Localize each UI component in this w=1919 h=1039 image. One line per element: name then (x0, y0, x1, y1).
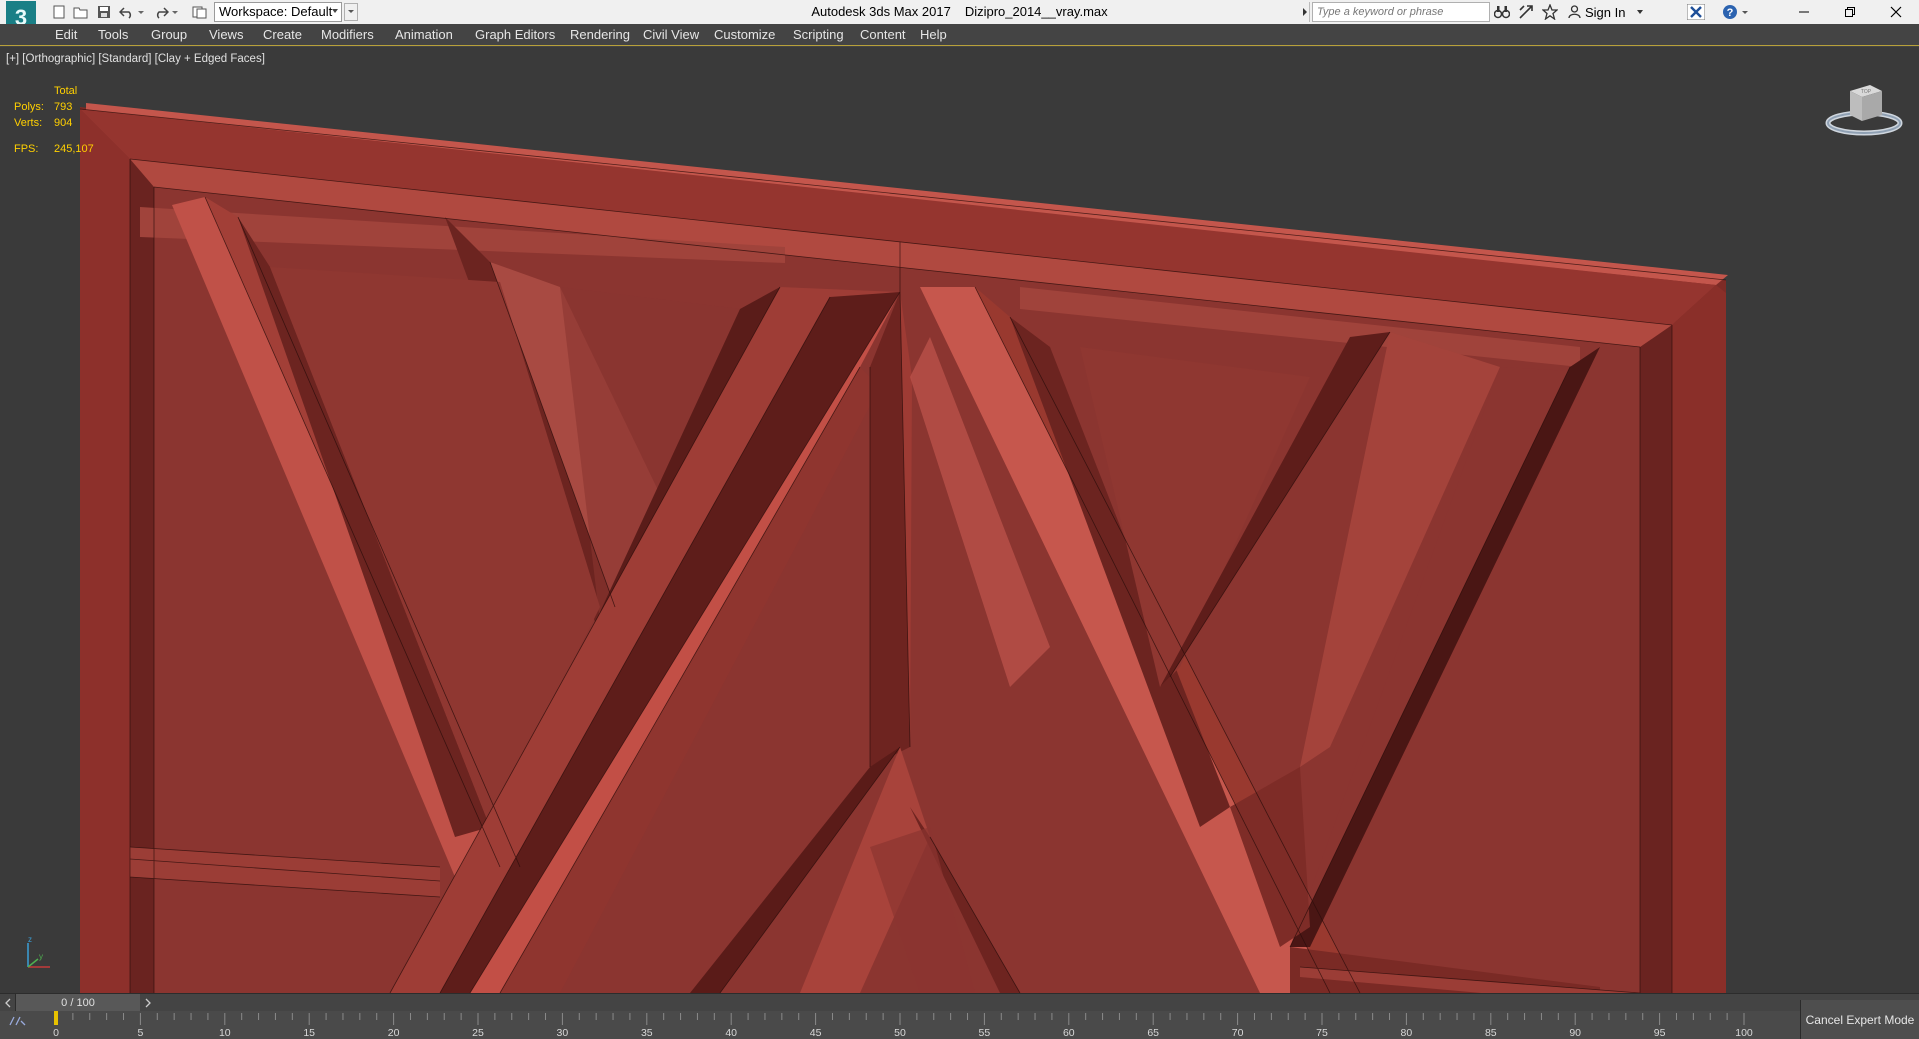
minimize-icon[interactable] (1781, 0, 1827, 24)
autodesk-x-icon[interactable] (1686, 2, 1706, 22)
close-icon[interactable] (1873, 0, 1919, 24)
time-slider-next-button[interactable] (140, 994, 156, 1012)
tick-label: 55 (978, 1027, 991, 1039)
chevron-down-icon (332, 9, 338, 13)
svg-text:?: ? (1727, 7, 1734, 19)
redo-icon[interactable] (152, 3, 170, 21)
tick-label: 60 (1062, 1027, 1075, 1039)
fps-label: FPS: (14, 143, 39, 155)
save-icon[interactable] (95, 3, 113, 21)
workspace-dropdown[interactable]: Workspace: Default (214, 2, 342, 22)
new-file-icon[interactable] (50, 3, 68, 21)
search-toggle-icon[interactable] (1300, 2, 1310, 22)
svg-text:y: y (39, 952, 43, 961)
tick-label: 95 (1653, 1027, 1666, 1039)
track-bar[interactable]: 0 5 10 15 20 25 30 35 40 45 50 55 60 65 70 75 80 85 90 95 10… (0, 1011, 1800, 1039)
time-slider[interactable]: 0 / 100 (0, 993, 1919, 1012)
axis-tripod-icon: z y (20, 933, 60, 973)
sign-in-button[interactable]: Sign In (1568, 2, 1678, 22)
menu-create[interactable]: Create (261, 24, 304, 46)
project-folder-icon[interactable] (191, 3, 209, 21)
time-slider-prev-button[interactable] (0, 994, 16, 1012)
restore-icon[interactable] (1827, 0, 1873, 24)
stats-header: Total (54, 85, 78, 97)
tick-label: 100 (1735, 1027, 1753, 1039)
sign-in-label: Sign In (1585, 4, 1626, 20)
menu-content[interactable]: Content (858, 24, 908, 46)
menu-help[interactable]: Help (918, 24, 949, 46)
cancel-expert-mode-button[interactable]: Cancel Expert Mode (1800, 1000, 1919, 1039)
viewport-label[interactable]: [+] [Orthographic] [Standard] [Clay + Ed… (6, 53, 265, 65)
title-bar: 3 MAX Workspace: Default Autodesk 3ds Ma… (0, 0, 1919, 39)
verts-label: Verts: (14, 117, 43, 129)
menu-modifiers[interactable]: Modifiers (319, 24, 376, 46)
undo-icon[interactable] (118, 3, 136, 21)
tick-label: 65 (1147, 1027, 1160, 1039)
tick-label: 45 (809, 1027, 822, 1039)
tick-label: 70 (1231, 1027, 1244, 1039)
viewcube-label: TOP (1861, 89, 1872, 95)
tick-label: 50 (894, 1027, 906, 1039)
exchange-icon[interactable] (1516, 2, 1536, 22)
tick-label: 75 (1316, 1027, 1328, 1039)
file-name: Dizipro_2014__vray.max (964, 4, 1108, 19)
binoculars-icon[interactable] (1492, 2, 1512, 22)
tick-label: 90 (1569, 1027, 1582, 1039)
chevron-down-icon (1637, 10, 1644, 14)
viewport-orthographic[interactable]: [+] [Orthographic] [Standard] [Clay + Ed… (0, 47, 1919, 993)
tick-label: 35 (640, 1027, 653, 1039)
svg-text:z: z (28, 935, 32, 944)
search-input[interactable] (1312, 2, 1490, 22)
redo-dropdown-icon[interactable] (170, 3, 180, 21)
workspace-menu-button[interactable] (344, 3, 358, 21)
star-icon[interactable] (1540, 2, 1560, 22)
menu-graph-editors[interactable]: Graph Editors (473, 24, 557, 46)
menu-rendering[interactable]: Rendering (568, 24, 632, 46)
menu-civil-view[interactable]: Civil View (641, 24, 701, 46)
help-icon[interactable]: ? (1720, 2, 1740, 22)
tick-label: 40 (725, 1027, 738, 1039)
tick-label: 30 (556, 1027, 569, 1039)
tick-label: 25 (472, 1027, 484, 1039)
viewport-statistics: Total Polys: 793 Verts: 904 FPS: 245,107 (14, 83, 94, 157)
help-dropdown-icon[interactable] (1740, 2, 1750, 22)
tick-label: 0 (53, 1027, 59, 1039)
viewcube-icon[interactable]: TOP (1822, 77, 1906, 139)
frame-display: 0 / 100 (61, 997, 95, 1009)
tick-label: 85 (1484, 1027, 1497, 1039)
menu-animation[interactable]: Animation (393, 24, 455, 46)
menu-group[interactable]: Group (149, 24, 189, 46)
tick-label: 20 (387, 1027, 400, 1039)
menu-scripting[interactable]: Scripting (791, 24, 846, 46)
scene-model-canvas (79, 103, 1728, 993)
polys-label: Polys: (14, 101, 44, 113)
open-folder-icon[interactable] (72, 3, 90, 21)
tick-label: 15 (303, 1027, 316, 1039)
app-name: Autodesk 3ds Max 2017 (811, 4, 951, 19)
undo-dropdown-icon[interactable] (136, 3, 146, 21)
menu-views[interactable]: Views (207, 24, 245, 46)
tick-label: 5 (137, 1027, 144, 1039)
tick-label: 10 (218, 1027, 231, 1039)
menu-tools[interactable]: Tools (96, 24, 130, 46)
workspace-value: Workspace: Default (219, 4, 333, 19)
infocenter-search (1300, 2, 1490, 22)
user-icon (1568, 5, 1581, 19)
current-frame-marker[interactable] (54, 1011, 58, 1025)
menu-edit[interactable]: Edit (53, 24, 79, 46)
tick-label: 80 (1400, 1027, 1413, 1039)
menu-bar: Edit Tools Group Views Create Modifiers … (0, 24, 1919, 46)
verts-value: 904 (54, 117, 73, 129)
menu-customize[interactable]: Customize (712, 24, 777, 46)
fps-value: 245,107 (54, 143, 94, 155)
polys-value: 793 (54, 101, 73, 113)
